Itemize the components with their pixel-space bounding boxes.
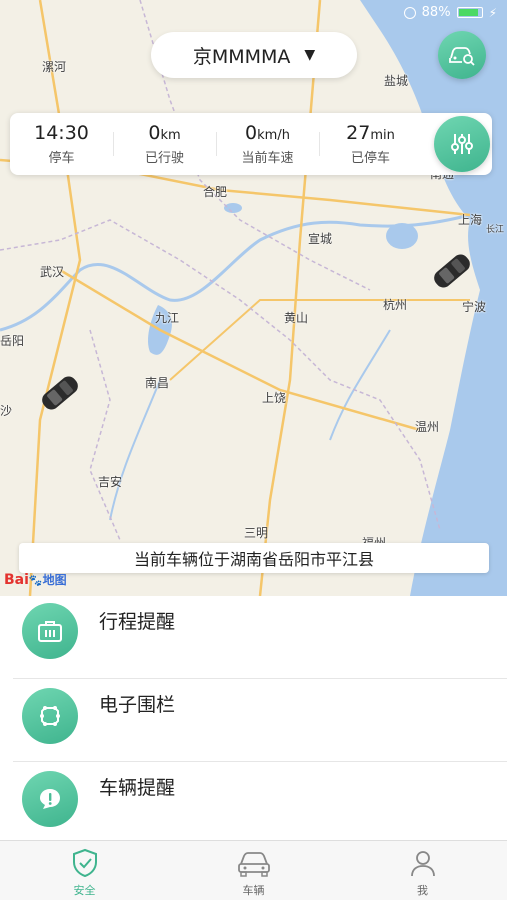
- city-label: 上饶: [262, 391, 287, 405]
- baidu-map-logo: Bai🐾地图: [4, 572, 67, 588]
- menu-item-label: 行程提醒: [99, 611, 176, 633]
- shield-icon: [72, 848, 97, 878]
- city-label: 杭州: [383, 298, 408, 312]
- battery-icon: [456, 7, 483, 18]
- city-label: 三明: [244, 526, 269, 540]
- city-label: 武汉: [40, 265, 65, 279]
- alarm-icon: [403, 6, 416, 19]
- filter-button[interactable]: [434, 116, 490, 172]
- city-label: 温州: [415, 420, 440, 434]
- menu-item-label: 电子围栏: [99, 694, 176, 716]
- caret-down-icon: ▼: [304, 47, 316, 63]
- vehicle-selector[interactable]: 京MMMMA ▼: [151, 32, 357, 78]
- city-label: 吉安: [98, 475, 123, 489]
- city-label: 沙: [0, 404, 13, 418]
- tab-label: 安全: [73, 884, 96, 897]
- tab-label: 我: [417, 884, 428, 897]
- city-label: 长江: [486, 225, 505, 235]
- tab-vehicle[interactable]: 车辆: [169, 841, 338, 900]
- stat-speed: 0km/h 当前车速: [216, 122, 319, 166]
- tab-me[interactable]: 我: [338, 841, 507, 900]
- briefcase-icon: [22, 603, 78, 659]
- city-label: 上海: [458, 213, 483, 227]
- fence-icon: [22, 688, 78, 744]
- tab-label: 车辆: [242, 884, 265, 897]
- menu-item-vehicle-reminder[interactable]: 车辆提醒: [0, 762, 507, 845]
- city-label: 宁波: [462, 300, 487, 314]
- menu-item-geofence[interactable]: 电子围栏: [0, 679, 507, 762]
- stat-park-time: 14:30 停车: [34, 122, 89, 166]
- charging-icon: ⚡: [488, 5, 497, 20]
- city-label: 漯河: [42, 60, 67, 74]
- sliders-icon: [451, 134, 473, 154]
- trip-stats-card: 14:30 停车 0km 已行驶 0km/h 当前车速 27min 已停车: [10, 113, 492, 175]
- city-label: 黄山: [284, 311, 309, 325]
- city-label: 合肥: [203, 185, 228, 199]
- city-label: 南昌: [145, 376, 170, 390]
- stat-distance: 0km 已行驶: [113, 122, 216, 166]
- car-icon: [237, 852, 270, 877]
- city-label: 盐城: [384, 74, 409, 88]
- menu-item-label: 车辆提醒: [99, 777, 176, 799]
- car-marker-icon[interactable]: [34, 370, 86, 416]
- status-bar: 88% ⚡: [403, 5, 497, 20]
- menu-item-trip-reminder[interactable]: 行程提醒: [0, 596, 507, 679]
- tab-safety[interactable]: 安全: [0, 841, 169, 900]
- feature-menu: 行程提醒 电子围栏 车辆提醒: [0, 596, 507, 845]
- city-label: 九江: [155, 311, 180, 325]
- map-background: [0, 0, 507, 596]
- battery-percent: 88%: [421, 5, 451, 20]
- map-view[interactable]: 漯河 盐城 合肥 南通 上海 宣城 长江 武汉 杭州 宁波 九江 黄山 岳阳 南…: [0, 0, 507, 596]
- vehicle-plate: 京MMMMA: [192, 45, 291, 68]
- city-label: 岳阳: [0, 334, 25, 348]
- alert-bubble-icon: [22, 771, 78, 827]
- stat-parked-duration: 27min 已停车: [319, 122, 422, 166]
- car-search-icon: [449, 47, 475, 66]
- car-marker-icon[interactable]: [426, 248, 478, 294]
- bottom-tab-bar: 安全 车辆 我: [0, 840, 507, 900]
- current-location-bar: 当前车辆位于湖南省岳阳市平江县: [19, 543, 489, 573]
- search-vehicle-button[interactable]: [438, 31, 486, 79]
- city-label: 宣城: [308, 232, 333, 246]
- user-icon: [410, 851, 435, 877]
- app-screen: 漯河 盐城 合肥 南通 上海 宣城 长江 武汉 杭州 宁波 九江 黄山 岳阳 南…: [0, 0, 507, 900]
